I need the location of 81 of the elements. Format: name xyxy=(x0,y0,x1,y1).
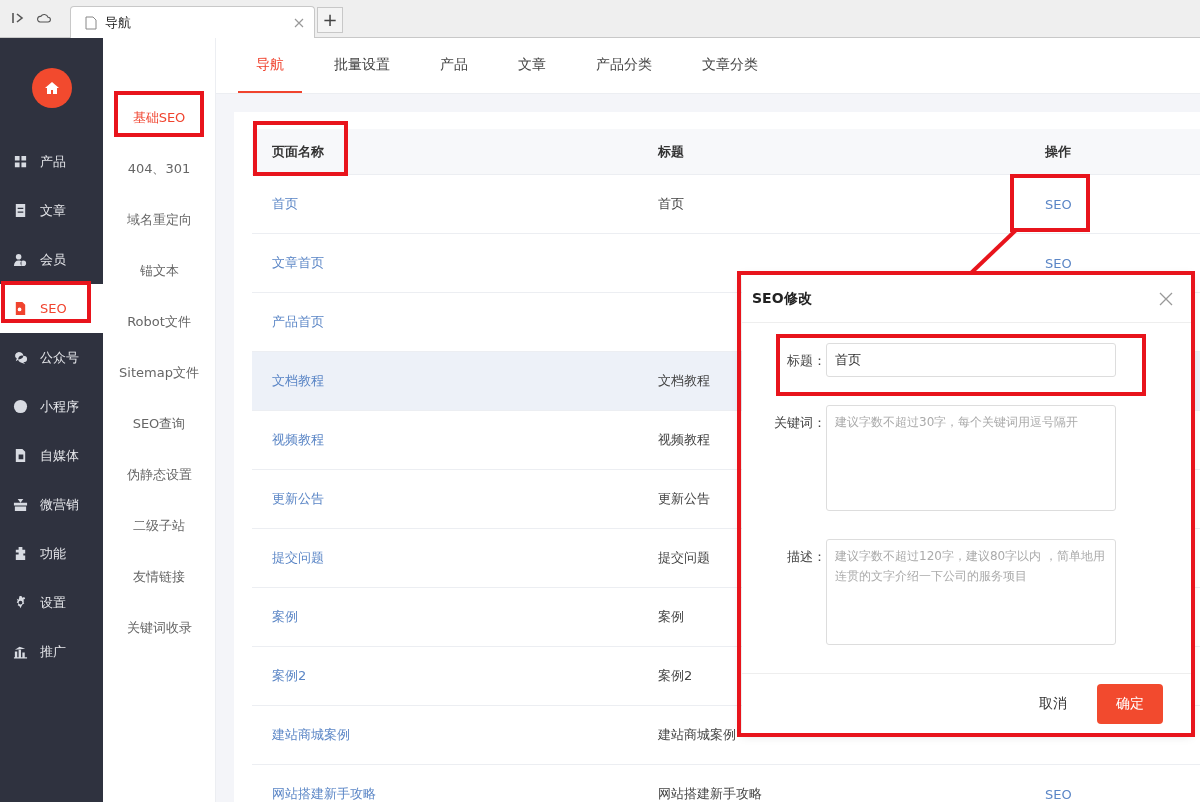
field-label: 关键词： xyxy=(773,414,826,433)
table-cell: 网站搭建新手攻略 xyxy=(658,786,762,801)
seo-link[interactable]: SEO xyxy=(1045,786,1072,802)
sidebar-toggle-icon[interactable] xyxy=(10,10,26,26)
table-cell: 视频教程 xyxy=(658,432,710,447)
home-button[interactable] xyxy=(31,68,72,108)
submenu-item[interactable]: Sitemap文件 xyxy=(103,347,215,398)
sidebar-item[interactable]: 公众号 xyxy=(0,333,103,382)
table-cell: 文档教程 xyxy=(658,373,710,388)
sidebar-item[interactable]: 功能 xyxy=(0,529,103,578)
close-icon[interactable] xyxy=(1159,291,1173,306)
menu-icon xyxy=(13,154,28,169)
menu-icon xyxy=(13,448,28,463)
page-name-link[interactable]: 产品首页 xyxy=(272,314,324,329)
sidebar-item[interactable]: 小程序 xyxy=(0,382,103,431)
table-cell: 建站商城案例 xyxy=(658,727,736,742)
submenu-item[interactable]: 域名重定向 xyxy=(103,194,215,245)
page-name-link[interactable]: 首页 xyxy=(272,196,298,211)
column-header: 页面名称 xyxy=(271,142,325,161)
page-name-link[interactable]: 提交问题 xyxy=(272,550,324,565)
tab[interactable]: 文章分类 xyxy=(684,38,776,93)
menu-icon xyxy=(13,350,28,365)
menu-icon xyxy=(13,203,28,218)
seo-link[interactable]: SEO xyxy=(1045,196,1072,212)
table-cell: 首页 xyxy=(658,196,684,211)
sidebar-item[interactable]: 推广 xyxy=(0,627,103,676)
sidebar-item[interactable]: 微营销 xyxy=(0,480,103,529)
sidebar-item[interactable]: 自媒体 xyxy=(0,431,103,480)
submenu-item[interactable]: 友情链接 xyxy=(103,551,215,602)
submenu-item[interactable]: 404、301 xyxy=(103,143,215,194)
submenu-item[interactable]: Robot文件 xyxy=(103,296,215,347)
text-area[interactable]: 建议字数不超过30字，每个关键词用逗号隔开 xyxy=(826,405,1116,512)
tab[interactable]: 产品 xyxy=(422,38,486,93)
page-name-link[interactable]: 文档教程 xyxy=(272,373,324,388)
table-cell: 更新公告 xyxy=(658,491,710,506)
table-cell: 提交问题 xyxy=(658,550,710,565)
tab[interactable]: 产品分类 xyxy=(578,38,670,93)
tab-title: 导航 xyxy=(105,13,132,32)
column-header: 操作 xyxy=(1044,142,1072,161)
tab[interactable]: 批量设置 xyxy=(316,38,408,93)
table-cell: 案例2 xyxy=(658,668,693,683)
home-icon xyxy=(43,80,60,96)
field-label: 标题： xyxy=(786,352,826,371)
dialog-title: SEO修改 xyxy=(752,289,812,308)
menu-icon xyxy=(13,644,28,659)
menu-icon xyxy=(13,252,28,267)
menu-icon xyxy=(13,497,28,512)
submenu-item[interactable]: 基础SEO xyxy=(103,92,215,143)
page-name-link[interactable]: 案例 xyxy=(272,609,298,624)
page-name-link[interactable]: 建站商城案例 xyxy=(272,727,350,742)
page-name-link[interactable]: 网站搭建新手攻略 xyxy=(272,786,376,801)
sidebar-item[interactable]: 文章 xyxy=(0,186,103,235)
page-name-link[interactable]: 更新公告 xyxy=(272,491,324,506)
submenu-item[interactable]: 锚文本 xyxy=(103,245,215,296)
close-icon[interactable] xyxy=(294,17,304,28)
browser-tab[interactable]: 导航 xyxy=(70,6,315,38)
new-tab-button[interactable]: + xyxy=(317,7,343,33)
tab[interactable]: 导航 xyxy=(238,38,302,93)
text-area[interactable]: 建议字数不超过120字，建议80字以内 ，简单地用连贯的文字介绍一下公司的服务项目 xyxy=(826,539,1116,646)
submenu-item[interactable]: 关键词收录 xyxy=(103,602,215,653)
page-name-link[interactable]: 案例2 xyxy=(272,668,307,683)
menu-icon xyxy=(13,546,28,561)
submenu-item[interactable]: SEO查询 xyxy=(103,398,215,449)
submenu-item[interactable]: 二级子站 xyxy=(103,500,215,551)
sidebar-item[interactable]: 设置 xyxy=(0,578,103,627)
page-name-link[interactable]: 文章首页 xyxy=(272,255,324,270)
cancel-button[interactable]: 取消 xyxy=(1027,686,1079,721)
tab[interactable]: 文章 xyxy=(500,38,564,93)
sidebar-item[interactable]: 会员 xyxy=(0,235,103,284)
menu-icon xyxy=(13,399,28,414)
table-cell: 案例 xyxy=(658,609,684,624)
document-icon xyxy=(85,15,97,30)
confirm-button[interactable]: 确定 xyxy=(1097,683,1163,724)
submenu-item[interactable]: 伪静态设置 xyxy=(103,449,215,500)
title-input[interactable]: 首页 xyxy=(826,343,1116,378)
field-label: 描述： xyxy=(786,548,826,567)
sidebar-item[interactable]: 产品 xyxy=(0,137,103,186)
column-header: 标题 xyxy=(657,142,685,161)
seo-link[interactable]: SEO xyxy=(1045,255,1072,271)
menu-icon xyxy=(13,301,28,316)
page-name-link[interactable]: 视频教程 xyxy=(272,432,324,447)
